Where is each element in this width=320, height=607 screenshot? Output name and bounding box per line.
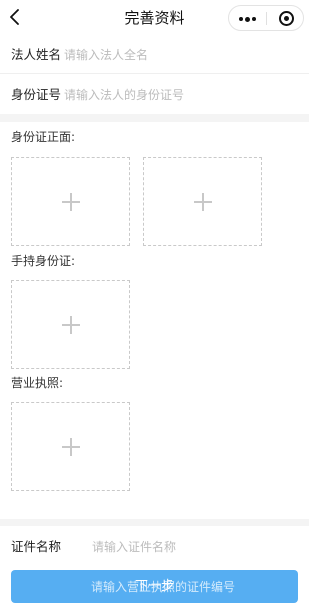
nav-bar: 完善资料 — [0, 0, 309, 36]
plus-icon — [193, 192, 212, 211]
next-step-label: 下一步 — [134, 579, 174, 594]
id-back-upload-box[interactable] — [143, 157, 262, 246]
plus-icon — [61, 192, 80, 211]
id-front-label: 身份证正面: — [11, 130, 76, 144]
next-step-button[interactable]: 请输入营业执照的证件编号 下一步 — [11, 570, 298, 603]
business-license-label: 营业执照: — [11, 376, 64, 390]
section-gap — [0, 114, 309, 122]
id-front-upload-box[interactable] — [11, 157, 130, 246]
id-number-label: 身份证号 — [11, 87, 62, 102]
id-number-row: 身份证号 请输入法人的身份证号 — [0, 74, 309, 112]
certificate-name-label: 证件名称 — [11, 539, 62, 554]
certificate-name-input[interactable]: 请输入证件名称 — [92, 539, 176, 555]
plus-icon — [61, 437, 80, 456]
legal-name-input[interactable]: 请输入法人全名 — [64, 47, 148, 63]
mini-program-capsule — [228, 5, 304, 31]
certificate-name-row: 证件名称 请输入证件名称 — [0, 527, 309, 565]
plus-icon — [61, 315, 80, 334]
legal-name-row: 法人姓名 请输入法人全名 — [0, 38, 309, 72]
id-number-input[interactable]: 请输入法人的身份证号 — [64, 87, 184, 103]
more-dots-icon[interactable] — [239, 16, 259, 22]
id-in-hand-label: 手持身份证: — [11, 254, 76, 268]
business-license-upload-box[interactable] — [11, 402, 130, 491]
target-circle-icon[interactable] — [279, 11, 294, 26]
id-in-hand-upload-box[interactable] — [11, 280, 130, 369]
section-gap — [0, 519, 309, 526]
legal-name-label: 法人姓名 — [11, 47, 62, 62]
capsule-divider — [266, 12, 267, 25]
